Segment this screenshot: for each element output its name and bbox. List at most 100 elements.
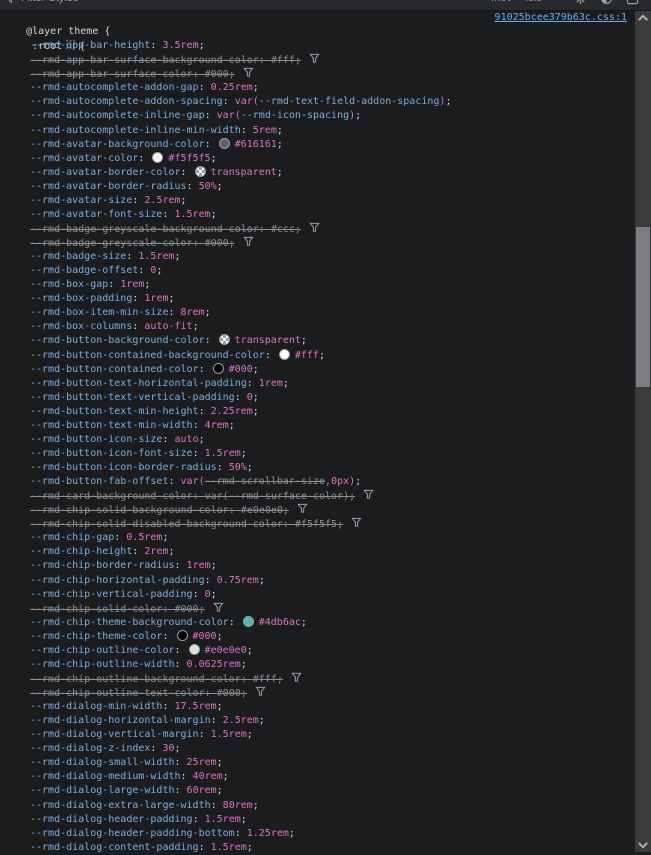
css-property-value[interactable]: transparent [235,335,301,346]
css-property-name[interactable]: --rmd-avatar-border-radius [30,181,187,192]
css-property-value[interactable]: var(--rmd-surface-color) [205,491,350,502]
stylesheet-source-link[interactable]: 91025bcee379b63c.css:1 [495,11,627,25]
css-property-name[interactable]: --rmd-autocomplete-addon-gap [30,82,199,93]
css-property-value[interactable]: #fff [271,55,295,66]
overridden-filter-icon[interactable] [297,503,308,514]
css-property-name[interactable]: --rmd-box-columns [30,321,132,332]
css-property-value[interactable]: auto [175,434,199,445]
css-property-name[interactable]: --rmd-chip-solid-color [30,604,162,615]
css-property-value[interactable]: 2rem [144,546,168,557]
vertical-scrollbar[interactable] [635,11,651,852]
css-property-value[interactable]: #ccc [271,224,295,235]
css-property-value[interactable]: #000 [205,238,229,249]
css-property-value[interactable]: 80rem [223,800,253,811]
css-property-name[interactable]: --rmd-autocomplete-addon-spacing [30,96,223,107]
css-property-value[interactable]: #e0e0e0 [205,645,247,656]
css-property-name[interactable]: --rmd-chip-theme-background-color [30,617,229,628]
css-property-value[interactable]: #e0e0e0 [241,505,283,516]
css-property-value[interactable]: 1rem [120,279,144,290]
css-property-name[interactable]: --rmd-chip-height [30,546,132,557]
css-property-name[interactable]: --rmd-box-padding [30,293,132,304]
css-property-value[interactable]: #000 [193,631,217,642]
css-property-value[interactable]: #fff [253,674,277,685]
css-property-name[interactable]: --rmd-chip-border-radius [30,560,175,571]
css-property-name[interactable]: --rmd-button-icon-border-radius [30,462,217,473]
css-property-value[interactable]: 1.5rem [175,209,211,220]
css-property-name[interactable]: --rmd-chip-outline-background-color [30,674,241,685]
css-property-name[interactable]: --rmd-autocomplete-inline-gap [30,110,205,121]
css-property-name[interactable]: --rmd-dialog-large-width [30,785,175,796]
new-style-rule-button[interactable]: + [555,0,561,4]
scroll-up-button[interactable] [635,11,651,25]
css-property-name[interactable]: --rmd-dialog-min-width [30,701,162,712]
css-property-value[interactable]: var(--rmd-icon-spacing) [217,110,356,121]
css-property-value[interactable]: 25rem [187,757,217,768]
color-swatch[interactable] [218,137,230,149]
css-property-value[interactable]: #616161 [235,139,277,150]
css-property-name[interactable]: --rmd-badge-greyscale-background-color [30,224,259,235]
css-property-name[interactable]: --rmd-chip-horizontal-padding [30,575,205,586]
color-swatch[interactable] [152,151,164,163]
css-property-value[interactable]: 1.25rem [247,828,289,839]
css-property-value[interactable]: #000 [229,364,253,375]
css-property-name[interactable]: --rmd-dialog-vertical-margin [30,729,199,740]
css-property-name[interactable]: --rmd-chip-solid-background-color [30,505,229,516]
css-property-name[interactable]: --rmd-box-gap [30,279,108,290]
css-property-name[interactable]: --rmd-dialog-header-padding-bottom [30,828,235,839]
css-property-name[interactable]: --rmd-avatar-background-color [30,139,205,150]
scroll-down-button[interactable] [635,838,651,852]
css-property-value[interactable]: 17.5rem [175,701,217,712]
css-property-name[interactable]: --rmd-dialog-header-padding [30,814,193,825]
css-property-value[interactable]: 50% [229,462,247,473]
css-property-value[interactable]: 0.25rem [211,82,253,93]
css-property-value[interactable]: 1.5rem [211,842,247,853]
css-property-name[interactable]: --rmd-box-item-min-size [30,307,168,318]
css-property-value[interactable]: #000 [217,688,241,699]
css-property-name[interactable]: --rmd-button-text-horizontal-padding [30,378,247,389]
css-property-value[interactable]: var(--rmd-text-field-addon-spacing) [235,96,446,107]
css-property-name[interactable]: --rmd-badge-size [30,251,126,262]
overridden-filter-icon[interactable] [351,517,362,528]
toggle-element-state-button[interactable]: :hov [491,0,512,4]
css-property-value[interactable]: 50% [199,181,217,192]
css-property-name[interactable]: --rmd-avatar-font-size [30,209,162,220]
css-property-name[interactable]: --rmd-chip-vertical-padding [30,589,193,600]
color-swatch[interactable] [176,629,188,641]
css-property-value[interactable]: #000 [175,604,199,615]
css-property-value[interactable]: 1rem [259,378,283,389]
overridden-filter-icon[interactable] [309,222,320,233]
css-property-value[interactable]: 1.5rem [211,729,247,740]
color-swatch[interactable] [194,165,206,177]
css-property-name[interactable]: --rmd-app-bar-surface-color [30,69,193,80]
css-property-name[interactable]: --rmd-dialog-medium-width [30,771,181,782]
css-property-name[interactable]: --rmd-avatar-size [30,195,132,206]
css-property-name[interactable]: --rmd-app-bar-height [30,40,150,51]
css-property-name[interactable]: --rmd-dialog-horizontal-margin [30,715,211,726]
css-property-name[interactable]: --rmd-button-contained-color [30,364,199,375]
css-property-value[interactable]: auto-fit [144,321,192,332]
color-swatch[interactable] [212,362,224,374]
computed-pane-icon[interactable] [626,0,639,5]
css-property-name[interactable]: --rmd-button-contained-background-color [30,350,265,361]
css-property-value[interactable]: var(--rmd-scrollbar-size,0px) [181,476,356,487]
color-swatch[interactable] [188,643,200,655]
css-property-value[interactable]: 60rem [187,785,217,796]
css-property-value[interactable]: 1.5rem [205,448,241,459]
css-property-name[interactable]: --rmd-chip-outline-width [30,659,175,670]
css-property-name[interactable]: --rmd-app-bar-surface-background-color [30,55,259,66]
css-property-name[interactable]: --rmd-card-background-color [30,491,193,502]
css-property-name[interactable]: --rmd-button-text-min-height [30,406,199,417]
css-property-value[interactable]: 3.5rem [162,40,198,51]
overridden-filter-icon[interactable] [363,489,374,500]
css-property-name[interactable]: --rmd-button-icon-font-size [30,448,193,459]
color-swatch[interactable] [218,334,230,346]
css-property-name[interactable]: --rmd-button-fab-offset [30,476,168,487]
css-property-value[interactable]: 2.5rem [144,195,180,206]
css-property-value[interactable]: 40rem [193,771,223,782]
css-property-value[interactable]: 0.0625rem [187,659,241,670]
css-property-value[interactable]: 0.75rem [217,575,259,586]
overridden-filter-icon[interactable] [212,602,224,613]
css-property-value[interactable]: 8rem [181,307,205,318]
css-property-name[interactable]: --rmd-chip-theme-color [30,631,162,642]
css-property-value[interactable]: 2.5rem [223,715,259,726]
